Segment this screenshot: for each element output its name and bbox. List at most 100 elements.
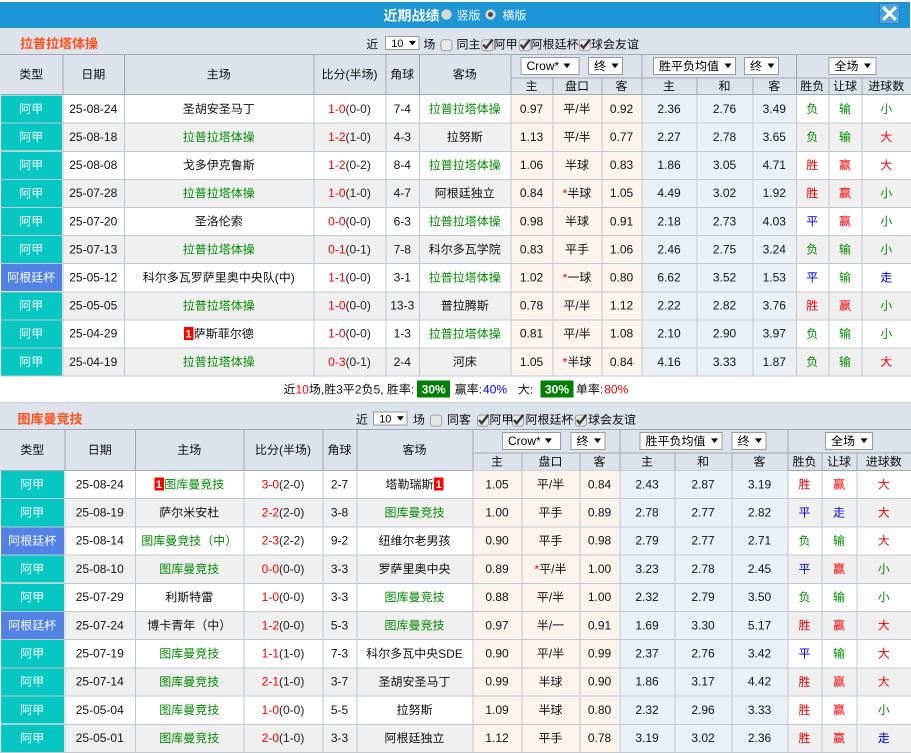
svg-text:3.19: 3.19 [635, 731, 659, 745]
svg-text:0.84: 0.84 [520, 186, 544, 200]
svg-text:6.62: 6.62 [657, 270, 681, 284]
svg-text:3.23: 3.23 [635, 562, 659, 576]
svg-text:2.87: 2.87 [691, 477, 715, 491]
svg-text:0.99: 0.99 [485, 675, 509, 689]
svg-text:1: 1 [436, 479, 442, 491]
svg-text:25-07-29: 25-07-29 [76, 590, 124, 604]
svg-text:4.49: 4.49 [657, 186, 681, 200]
svg-text:25-08-18: 25-08-18 [69, 130, 117, 144]
svg-text:0-3(0-1): 0-3(0-1) [328, 355, 371, 369]
svg-text:2.79: 2.79 [635, 534, 659, 548]
svg-text:4-3: 4-3 [394, 130, 412, 144]
svg-text:1.00: 1.00 [588, 562, 612, 576]
svg-text:25-04-29: 25-04-29 [69, 327, 117, 341]
svg-text:2.73: 2.73 [713, 214, 737, 228]
svg-text:1.06: 1.06 [520, 158, 544, 172]
svg-text:25-07-20: 25-07-20 [69, 214, 117, 228]
svg-text:0.91: 0.91 [588, 618, 612, 632]
svg-text:3.24: 3.24 [763, 242, 787, 256]
svg-text:0.99: 0.99 [588, 647, 612, 661]
svg-text:7-8: 7-8 [394, 242, 412, 256]
svg-text:0.80: 0.80 [588, 703, 612, 717]
svg-text:1.53: 1.53 [763, 270, 787, 284]
svg-text:2.82: 2.82 [748, 506, 772, 520]
svg-text:25-05-12: 25-05-12 [69, 270, 117, 284]
svg-text:2.90: 2.90 [713, 327, 737, 341]
svg-text:2.18: 2.18 [657, 214, 681, 228]
svg-text:0.90: 0.90 [485, 534, 509, 548]
svg-text:25-08-14: 25-08-14 [76, 534, 124, 548]
svg-text:30%: 30% [545, 382, 569, 396]
svg-text:1-0(0-0): 1-0(0-0) [328, 102, 371, 116]
svg-text:25-07-24: 25-07-24 [76, 618, 124, 632]
svg-text:3.05: 3.05 [713, 158, 737, 172]
svg-text:1.69: 1.69 [635, 618, 659, 632]
svg-text:0-0(0-0): 0-0(0-0) [262, 562, 305, 576]
svg-text:3-3: 3-3 [331, 590, 349, 604]
svg-text:2-7: 2-7 [331, 477, 349, 491]
svg-text:2.27: 2.27 [657, 130, 681, 144]
svg-text:2.78: 2.78 [691, 562, 715, 576]
svg-text:1-1(0-0): 1-1(0-0) [328, 270, 371, 284]
svg-text:1.05: 1.05 [520, 355, 544, 369]
svg-text:10: 10 [391, 38, 403, 50]
svg-text:1-3: 1-3 [394, 327, 412, 341]
svg-text:3.97: 3.97 [763, 327, 787, 341]
svg-text:25-08-24: 25-08-24 [69, 102, 117, 116]
svg-text:3.50: 3.50 [748, 590, 772, 604]
svg-text:3.02: 3.02 [691, 731, 715, 745]
svg-text:6-3: 6-3 [394, 214, 412, 228]
svg-text:2.46: 2.46 [657, 242, 681, 256]
svg-text:3.17: 3.17 [691, 675, 715, 689]
svg-text:25-08-19: 25-08-19 [76, 506, 124, 520]
svg-text:25-05-04: 25-05-04 [76, 703, 124, 717]
svg-text:1-0(0-0): 1-0(0-0) [328, 299, 371, 313]
svg-text:80%: 80% [604, 382, 628, 396]
svg-text:2.76: 2.76 [713, 102, 737, 116]
svg-text:1-2(0-2): 1-2(0-2) [328, 158, 371, 172]
svg-text:3-0(2-0): 3-0(2-0) [262, 477, 305, 491]
svg-text:25-07-28: 25-07-28 [69, 186, 117, 200]
svg-text:2.37: 2.37 [635, 647, 659, 661]
svg-text:1.86: 1.86 [657, 158, 681, 172]
svg-text:2.96: 2.96 [691, 703, 715, 717]
svg-text:5-3: 5-3 [331, 618, 349, 632]
svg-text:0-0(0-0): 0-0(0-0) [328, 214, 371, 228]
svg-text:0.84: 0.84 [610, 355, 634, 369]
svg-text:2.78: 2.78 [635, 506, 659, 520]
svg-text:0.78: 0.78 [588, 731, 612, 745]
svg-text:0.98: 0.98 [588, 534, 612, 548]
svg-text:3.52: 3.52 [713, 270, 737, 284]
svg-text:25-07-19: 25-07-19 [76, 647, 124, 661]
svg-text:1.00: 1.00 [588, 590, 612, 604]
svg-text:1.13: 1.13 [520, 130, 544, 144]
svg-text:1.12: 1.12 [610, 299, 634, 313]
svg-text:25-05-01: 25-05-01 [76, 731, 124, 745]
svg-text:0.78: 0.78 [520, 299, 544, 313]
svg-text:2.75: 2.75 [713, 242, 737, 256]
svg-text:4.71: 4.71 [763, 158, 787, 172]
svg-text:1.86: 1.86 [635, 675, 659, 689]
svg-text:3.76: 3.76 [763, 299, 787, 313]
svg-text:5-5: 5-5 [331, 703, 349, 717]
svg-text:2.36: 2.36 [657, 102, 681, 116]
svg-text:0-1(0-1): 0-1(0-1) [328, 242, 371, 256]
svg-text:0.81: 0.81 [520, 327, 544, 341]
svg-text:0.88: 0.88 [485, 590, 509, 604]
svg-text:2.32: 2.32 [635, 590, 659, 604]
svg-text:1-2(0-0): 1-2(0-0) [262, 618, 305, 632]
svg-text:0.90: 0.90 [485, 647, 509, 661]
svg-text:3-7: 3-7 [331, 675, 349, 689]
svg-text:0.89: 0.89 [588, 506, 612, 520]
svg-text:0.97: 0.97 [520, 102, 544, 116]
svg-text:2.77: 2.77 [691, 534, 715, 548]
svg-text:1.00: 1.00 [485, 506, 509, 520]
svg-text:2.10: 2.10 [657, 327, 681, 341]
svg-text:3.65: 3.65 [763, 130, 787, 144]
svg-text:1.08: 1.08 [610, 327, 634, 341]
svg-text:13-3: 13-3 [390, 299, 414, 313]
svg-text:1: 1 [156, 479, 162, 491]
svg-text:2.32: 2.32 [635, 703, 659, 717]
svg-text:1: 1 [185, 328, 191, 340]
svg-text:40%: 40% [483, 382, 507, 396]
